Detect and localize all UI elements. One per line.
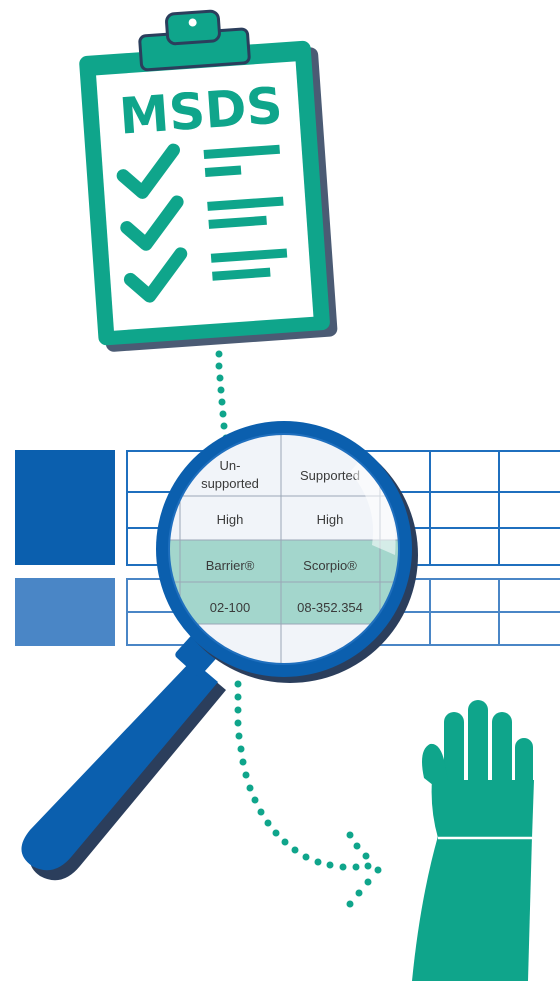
cell-row4-col2: 08-352.354 xyxy=(297,600,363,615)
clipboard-title: MSDS xyxy=(117,76,284,145)
cell-row3-col2: Scorpio® xyxy=(303,558,357,573)
cell-row1-col1-line1: Un- xyxy=(220,458,241,473)
cell-row2-col1: High xyxy=(217,512,244,527)
glove-icon xyxy=(412,700,534,981)
msds-illustration: MSDS Un- supported Supported High High B… xyxy=(0,0,560,981)
illustration-canvas: MSDS Un- supported Supported High High B… xyxy=(15,9,560,981)
cell-row2-col2: High xyxy=(317,512,344,527)
cell-row1-col1-line2: supported xyxy=(201,476,259,491)
cell-row4-col1: 02-100 xyxy=(210,600,250,615)
cell-row1-col2: Supported xyxy=(300,468,360,483)
cell-row3-col1: Barrier® xyxy=(206,558,255,573)
dotted-arrow-icon xyxy=(234,680,382,908)
clipboard-icon: MSDS xyxy=(79,9,338,352)
dotted-connector-top xyxy=(215,350,230,442)
